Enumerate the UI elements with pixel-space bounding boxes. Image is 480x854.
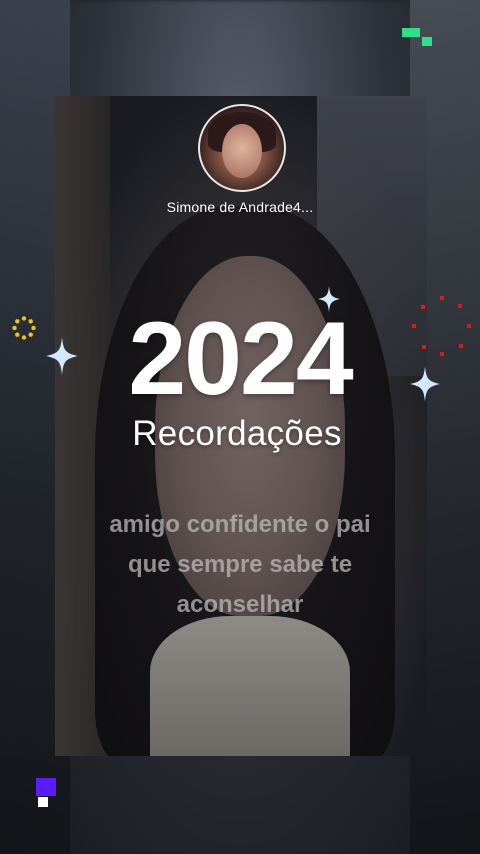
- caption-line: amigo confidente o pai: [109, 511, 371, 538]
- avatar-face: [222, 124, 262, 178]
- purple-pixel-icon: [36, 778, 56, 807]
- caption-line: que sempre sabe te: [127, 551, 353, 578]
- overlay-caption: amigo confidente o pai que sempre sabe t…: [60, 505, 420, 625]
- caption-line: aconselhar: [176, 591, 304, 618]
- overlay-year: 2024: [128, 301, 353, 417]
- overlay-subtitle: Recordações: [132, 414, 342, 453]
- profile-username[interactable]: Simone de Andrade4...: [0, 199, 480, 215]
- green-pixel-icon: [402, 28, 432, 46]
- profile-avatar[interactable]: [198, 104, 286, 192]
